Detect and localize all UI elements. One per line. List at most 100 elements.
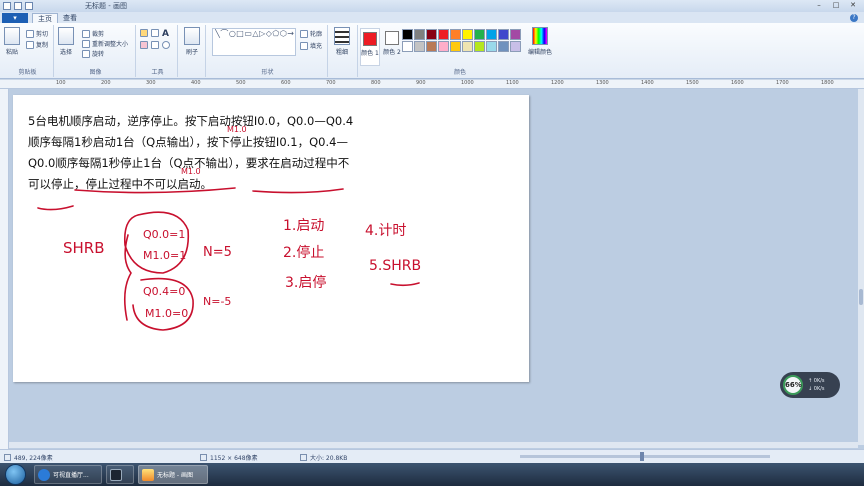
- taskbar: 可视直播厅... 无标题 - 画图: [0, 463, 864, 486]
- hw-mark1: M1.0: [227, 125, 247, 134]
- start-button[interactable]: [5, 464, 26, 485]
- scroll-thumb[interactable]: [859, 289, 863, 305]
- title-bar: 无标题 - 画图 – □ ✕: [0, 0, 864, 12]
- horizontal-scrollbar[interactable]: [9, 442, 858, 448]
- palette-color[interactable]: [510, 29, 521, 40]
- palette-color[interactable]: [462, 41, 473, 52]
- color1-selector[interactable]: 颜色 1: [360, 28, 380, 66]
- ruler-tick: 900: [416, 80, 426, 86]
- text-tool[interactable]: A: [162, 29, 169, 39]
- taskbar-item-paint[interactable]: 无标题 - 画图: [138, 465, 208, 484]
- palette-color[interactable]: [402, 41, 413, 52]
- fill-button[interactable]: 填充: [300, 41, 322, 50]
- ruler-tick: 1000: [461, 80, 474, 86]
- ruler-tick: 400: [191, 80, 201, 86]
- hw-step2: 2.停止: [283, 244, 324, 261]
- minimize-button[interactable]: –: [812, 1, 826, 10]
- status-bar: 489, 224像素 1152 × 648像素 大小: 20.8KB: [0, 449, 864, 463]
- undo-icon[interactable]: [25, 2, 33, 10]
- tab-view[interactable]: 查看: [58, 13, 82, 23]
- brushes-button[interactable]: 刷子: [184, 27, 200, 56]
- pencil-icon: [140, 29, 148, 37]
- shapes-label: 形状: [261, 69, 274, 76]
- eraser-icon: [140, 41, 148, 49]
- window-title: 无标题 - 画图: [85, 2, 127, 10]
- browser-icon: [38, 468, 50, 481]
- palette-color[interactable]: [414, 29, 425, 40]
- resize-button[interactable]: 重新调整大小: [82, 39, 128, 48]
- palette-color[interactable]: [438, 41, 449, 52]
- network-speed-widget[interactable]: 66% ↑ 0K/s ↓ 0K/s: [780, 372, 840, 398]
- paste-icon: [4, 27, 20, 45]
- hw-line4: M1.0=0: [145, 307, 188, 320]
- cursor-position: 489, 224像素: [4, 453, 53, 462]
- color2-selector[interactable]: 颜色 2: [382, 28, 402, 66]
- palette-color[interactable]: [498, 29, 509, 40]
- outline-button[interactable]: 轮廓: [300, 29, 322, 38]
- fill-tool[interactable]: [151, 29, 159, 37]
- palette-color[interactable]: [462, 29, 473, 40]
- pencil-tool[interactable]: [140, 29, 148, 37]
- drawing-canvas[interactable]: 5台电机顺序启动，逆序停止。按下启动按钮I0.0，Q0.0—Q0.4顺序每隔1秒…: [13, 95, 529, 382]
- select-icon: [58, 27, 74, 45]
- ruler-tick: 1600: [731, 80, 744, 86]
- paste-button[interactable]: 粘贴: [4, 27, 20, 56]
- rotate-icon: [82, 49, 90, 58]
- magnifier-icon: [162, 41, 170, 49]
- download-speed: ↓ 0K/s: [808, 386, 825, 392]
- palette-color[interactable]: [426, 29, 437, 40]
- speed-percent: 66%: [783, 375, 803, 395]
- taskbar-item-video[interactable]: [106, 465, 134, 484]
- palette-color[interactable]: [474, 41, 485, 52]
- palette-color[interactable]: [498, 41, 509, 52]
- size-button[interactable]: 粗细: [334, 27, 350, 56]
- palette-color[interactable]: [474, 29, 485, 40]
- palette-color[interactable]: [426, 41, 437, 52]
- shapes-gallery[interactable]: ╲⌒○□▭△▷◇⬠⬡→←↑↓✦✧✩☆❝◯♡⚡⊂: [212, 28, 296, 56]
- palette-color[interactable]: [450, 29, 461, 40]
- size-group: 粗细: [330, 25, 358, 77]
- palette-color[interactable]: [402, 29, 413, 40]
- vertical-scrollbar[interactable]: [858, 89, 864, 445]
- ribbon: 粘贴 剪切 复制 剪贴板 选择 裁剪 重新调整大小 旋转 图像 A 工具 刷子 …: [0, 23, 864, 79]
- taskbar-item-live[interactable]: 可视直播厅...: [34, 465, 102, 484]
- color-palette: [402, 29, 521, 52]
- clipboard-group: 粘贴 剪切 复制 剪贴板: [2, 25, 54, 77]
- cut-button[interactable]: 剪切: [26, 29, 48, 38]
- brushes-group: 刷子: [180, 25, 206, 77]
- scissors-icon: [26, 29, 34, 38]
- hw-step5: 5.SHRB: [369, 258, 421, 274]
- disk-icon: [300, 454, 307, 461]
- palette-color[interactable]: [450, 41, 461, 52]
- color-picker-tool[interactable]: [151, 41, 159, 49]
- rotate-button[interactable]: 旋转: [82, 49, 104, 58]
- help-icon[interactable]: ?: [850, 14, 858, 22]
- copy-button[interactable]: 复制: [26, 40, 48, 49]
- palette-color[interactable]: [438, 29, 449, 40]
- hw-line3: Q0.4=0: [143, 285, 185, 298]
- edit-colors-button[interactable]: 编辑颜色: [528, 27, 552, 56]
- palette-color[interactable]: [510, 41, 521, 52]
- zoom-knob[interactable]: [640, 452, 644, 461]
- magnifier-tool[interactable]: [162, 41, 170, 49]
- palette-color[interactable]: [486, 29, 497, 40]
- image-dimensions: 1152 × 648像素: [200, 453, 258, 462]
- ruler-tick: 800: [371, 80, 381, 86]
- ruler-tick: 1400: [641, 80, 654, 86]
- maximize-button[interactable]: □: [829, 1, 843, 10]
- select-button[interactable]: 选择: [58, 27, 74, 56]
- tab-home[interactable]: 主页: [32, 13, 58, 23]
- crop-button[interactable]: 裁剪: [82, 29, 104, 38]
- palette-color[interactable]: [414, 41, 425, 52]
- close-button[interactable]: ✕: [846, 1, 860, 10]
- save-icon[interactable]: [14, 2, 22, 10]
- palette-color[interactable]: [486, 41, 497, 52]
- crosshair-icon: [4, 454, 11, 461]
- upload-speed: ↑ 0K/s: [808, 378, 825, 384]
- eraser-tool[interactable]: [140, 41, 148, 49]
- image-size-icon: [200, 454, 207, 461]
- file-menu-button[interactable]: ▾: [2, 13, 28, 23]
- zoom-slider[interactable]: [520, 452, 770, 461]
- handwriting-layer: SHRB Q0.0=1 M1.0=1 N=5 Q0.4=0 M1.0=0 N=-…: [37, 125, 421, 331]
- paint-app-icon[interactable]: [3, 2, 11, 10]
